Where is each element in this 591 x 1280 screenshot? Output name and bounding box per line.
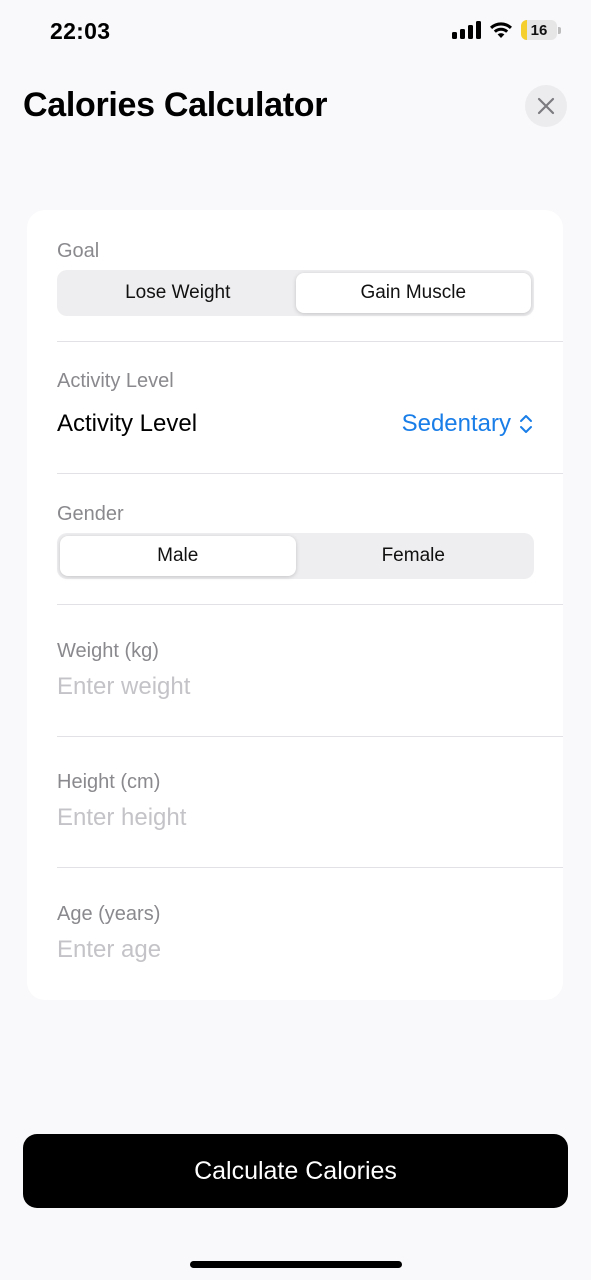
age-label: Age (years): [57, 903, 161, 925]
activity-level-picker[interactable]: Sedentary: [402, 410, 533, 438]
goal-option-gain-muscle[interactable]: Gain Muscle: [295, 273, 531, 313]
goal-option-lose-weight[interactable]: Lose Weight: [60, 273, 296, 313]
divider: [57, 473, 563, 474]
activity-label: Activity Level: [57, 370, 174, 392]
status-time: 22:03: [50, 18, 111, 44]
calories-calculator-screen: 22:03 16 Calories Calculator Goal Lose W…: [0, 0, 591, 1280]
calculate-calories-button[interactable]: Calculate Calories: [23, 1134, 568, 1208]
close-icon: [537, 97, 555, 115]
close-button[interactable]: [525, 85, 567, 127]
status-icons: 16: [452, 20, 561, 40]
weight-section: Weight (kg): [57, 640, 563, 701]
divider: [57, 604, 563, 605]
battery-tip: [558, 26, 561, 34]
height-label: Height (cm): [57, 771, 161, 793]
height-section: Height (cm): [57, 771, 563, 832]
goal-label: Goal: [57, 240, 100, 262]
gender-segmented-control: Male Female: [57, 533, 534, 579]
battery-percent: 16: [530, 21, 548, 39]
age-section: Age (years): [57, 903, 563, 964]
gender-section: Gender Male Female: [57, 503, 563, 579]
gender-label: Gender: [57, 503, 124, 525]
divider: [57, 341, 563, 342]
wifi-icon: [490, 22, 512, 38]
battery-icon: 16: [521, 20, 557, 40]
home-indicator[interactable]: [190, 1261, 402, 1268]
chevron-up-down-icon: [520, 415, 532, 433]
gender-option-male[interactable]: Male: [60, 536, 296, 576]
gender-option-female[interactable]: Female: [296, 536, 532, 576]
activity-level-value: Sedentary: [401, 410, 511, 437]
weight-input[interactable]: [57, 673, 457, 701]
calculate-calories-label: Calculate Calories: [194, 1156, 397, 1185]
activity-section: Activity Level Activity Level Sedentary: [57, 370, 563, 437]
goal-segmented-control: Lose Weight Gain Muscle: [57, 270, 534, 316]
cellular-signal-icon: [452, 21, 481, 39]
height-input[interactable]: [57, 804, 457, 832]
form-card: Goal Lose Weight Gain Muscle Activity Le…: [27, 210, 563, 1000]
page-title: Calories Calculator: [23, 86, 328, 124]
age-input[interactable]: [57, 936, 457, 964]
goal-section: Goal Lose Weight Gain Muscle: [57, 240, 563, 316]
weight-label: Weight (kg): [57, 640, 159, 662]
divider: [57, 736, 563, 737]
divider: [57, 867, 563, 868]
battery-fill: [521, 20, 527, 40]
activity-row-title: Activity Level: [57, 410, 198, 437]
